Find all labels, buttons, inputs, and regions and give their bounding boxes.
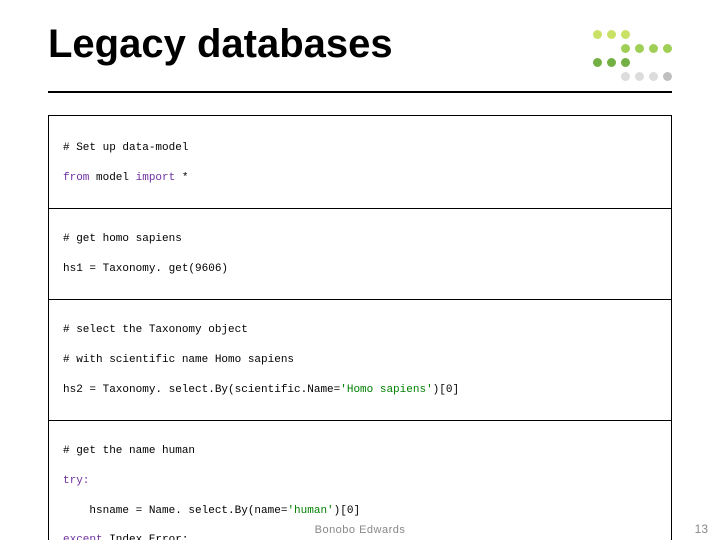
- dot-icon: [621, 72, 630, 81]
- dot-icon: [663, 44, 672, 53]
- code-box: # Set up data-model from model import * …: [48, 115, 672, 540]
- dot-icon: [621, 58, 630, 67]
- dot-icon: [621, 44, 630, 53]
- code-line: hsname = Name. select.By(name='human')[0…: [63, 504, 657, 519]
- code-divider: [49, 420, 671, 421]
- slide: Legacy databases # Set up data-model fro…: [0, 0, 720, 540]
- code-line: try:: [63, 474, 657, 489]
- page-title: Legacy databases: [48, 22, 393, 66]
- decorative-dot-grid: [593, 22, 672, 81]
- dot-icon: [593, 30, 602, 39]
- dot-icon: [649, 72, 658, 81]
- dot-icon: [635, 72, 644, 81]
- dot-icon: [635, 44, 644, 53]
- code-divider: [49, 299, 671, 300]
- code-line: # with scientific name Homo sapiens: [63, 353, 657, 368]
- code-line: # select the Taxonomy object: [63, 323, 657, 338]
- code-line: # get the name human: [63, 444, 657, 459]
- dot-icon: [621, 30, 630, 39]
- dot-icon: [607, 58, 616, 67]
- code-line: # get homo sapiens: [63, 232, 657, 247]
- dot-icon: [649, 44, 658, 53]
- title-row: Legacy databases: [48, 22, 672, 81]
- code-line: hs1 = Taxonomy. get(9606): [63, 262, 657, 277]
- dot-icon: [607, 30, 616, 39]
- footer-center-text: Bonobo Edwards: [315, 524, 406, 536]
- code-line: # Set up data-model: [63, 141, 657, 156]
- code-divider: [49, 208, 671, 209]
- dot-icon: [663, 72, 672, 81]
- slide-number: 13: [695, 522, 708, 536]
- title-underline: [48, 91, 672, 93]
- dot-icon: [593, 58, 602, 67]
- code-line: hs2 = Taxonomy. select.By(scientific.Nam…: [63, 383, 657, 398]
- code-line: from model import *: [63, 171, 657, 186]
